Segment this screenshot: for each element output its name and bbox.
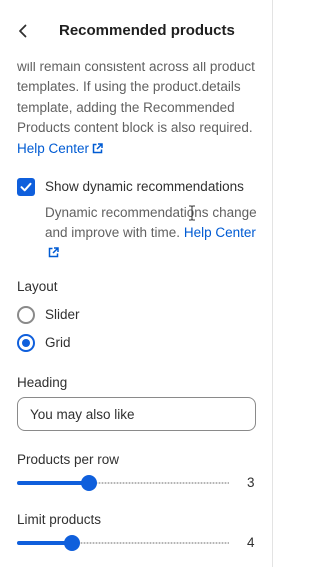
slider-thumb[interactable] (64, 535, 81, 551)
limit-products-value: 4 (247, 535, 255, 550)
layout-radio-grid[interactable] (17, 334, 35, 352)
layout-radio-slider[interactable] (17, 306, 35, 324)
help-center-link[interactable]: Help Center (17, 141, 103, 156)
products-per-row-label: Products per row (17, 452, 120, 467)
limit-products-slider[interactable] (17, 533, 229, 553)
intro-text: will remain consistent across all produc… (17, 62, 255, 136)
settings-panel: Recommended products will remain consist… (0, 0, 273, 567)
text-cursor-icon (189, 205, 195, 221)
layout-option-slider-label[interactable]: Slider (45, 307, 80, 322)
products-per-row-value: 3 (247, 475, 255, 490)
intro-description: will remain consistent across all produc… (17, 62, 257, 159)
help-center-link-label: Help Center (17, 140, 90, 156)
dynamic-recommendations-label[interactable]: Show dynamic recommendations (45, 179, 244, 194)
heading-label: Heading (17, 375, 68, 390)
page-title: Recommended products (59, 22, 235, 39)
panel-header: Recommended products (0, 0, 272, 62)
checkmark-icon (20, 182, 32, 192)
dynamic-recommendations-help: Dynamic recommendations change and impro… (45, 203, 260, 263)
limit-products-label: Limit products (17, 512, 102, 527)
external-link-icon (48, 247, 59, 258)
slider-fill (17, 481, 90, 485)
external-link-icon (92, 142, 103, 153)
chevron-left-icon (19, 24, 27, 38)
slider-thumb[interactable] (81, 475, 98, 491)
heading-input[interactable] (17, 397, 256, 431)
dynamic-help-center-link-label: Help Center (183, 225, 256, 240)
dynamic-recommendations-checkbox[interactable] (17, 178, 35, 196)
settings-scroll-area[interactable]: will remain consistent across all produc… (0, 62, 272, 567)
products-per-row-slider[interactable] (17, 473, 229, 493)
layout-label: Layout (17, 279, 58, 294)
layout-option-grid-label[interactable]: Grid (45, 335, 71, 350)
back-button[interactable] (12, 20, 34, 42)
